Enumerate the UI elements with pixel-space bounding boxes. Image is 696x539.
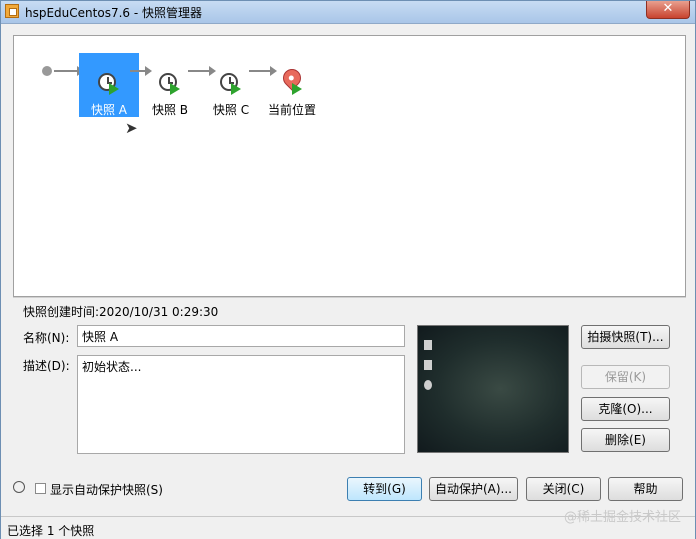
name-label: 名称(N): bbox=[23, 331, 70, 345]
snapshot-node-label: 快照 C bbox=[212, 103, 250, 117]
desktop-icon bbox=[424, 360, 432, 370]
vmware-app-icon bbox=[5, 4, 19, 18]
autoprotect-button[interactable]: 自动保护(A)... bbox=[429, 477, 518, 501]
desktop-icon bbox=[424, 340, 432, 350]
snapshot-node-label: 当前位置 bbox=[267, 103, 316, 117]
close-button[interactable]: 关闭(C) bbox=[526, 477, 601, 501]
delete-button[interactable]: 删除(E) bbox=[581, 428, 670, 452]
show-autoprotect-label[interactable]: 显示自动保护快照(S) bbox=[50, 481, 163, 498]
snapshot-description-field[interactable]: 初始状态... bbox=[77, 355, 405, 454]
snapshot-node-label: 快照 A bbox=[90, 103, 128, 117]
snapshot-tree-panel: 快照 A 快照 B 快照 C 当前位置 bbox=[13, 35, 686, 297]
goto-button[interactable]: 转到(G) bbox=[347, 477, 422, 501]
snapshot-created-time: 快照创建时间:2020/10/31 0:29:30 bbox=[23, 305, 219, 319]
close-window-button[interactable]: ✕ bbox=[646, 1, 690, 19]
snapshot-thumbnail bbox=[417, 325, 569, 453]
status-text: 已选择 1 个快照 bbox=[7, 524, 95, 538]
show-autoprotect-checkbox[interactable] bbox=[35, 483, 46, 494]
clone-button[interactable]: 克隆(O)... bbox=[581, 397, 670, 421]
snapshot-node-a[interactable]: 快照 A bbox=[79, 53, 139, 117]
snapshot-node-b[interactable]: 快照 B bbox=[140, 53, 200, 117]
desktop-icon bbox=[424, 380, 432, 390]
keep-button[interactable]: 保留(K) bbox=[581, 365, 670, 389]
snapshot-manager-window: hspEduCentos7.6 - 快照管理器 ✕ 快照 A 快照 B 快照 C… bbox=[0, 0, 696, 539]
snapshot-node-label: 快照 B bbox=[151, 103, 189, 117]
window-title: hspEduCentos7.6 - 快照管理器 bbox=[25, 6, 202, 20]
snapshot-node-c[interactable]: 快照 C bbox=[201, 53, 261, 117]
description-label: 描述(D): bbox=[23, 359, 70, 373]
snapshot-name-field[interactable]: 快照 A bbox=[77, 325, 405, 347]
play-icon bbox=[231, 83, 241, 95]
mouse-cursor-icon: ➤ bbox=[125, 119, 138, 137]
title-bar: hspEduCentos7.6 - 快照管理器 ✕ bbox=[1, 1, 695, 24]
play-icon bbox=[170, 83, 180, 95]
play-icon bbox=[109, 83, 119, 95]
history-icon bbox=[13, 481, 25, 493]
take-snapshot-button[interactable]: 拍摄快照(T)... bbox=[581, 325, 670, 349]
tree-connector-arrow bbox=[54, 66, 84, 76]
play-icon bbox=[292, 83, 302, 95]
current-position-node[interactable]: 当前位置 bbox=[262, 53, 322, 117]
divider bbox=[13, 297, 686, 298]
root-state-dot bbox=[42, 66, 52, 76]
watermark: @稀土掘金技术社区 bbox=[563, 510, 681, 525]
help-button[interactable]: 帮助 bbox=[608, 477, 683, 501]
